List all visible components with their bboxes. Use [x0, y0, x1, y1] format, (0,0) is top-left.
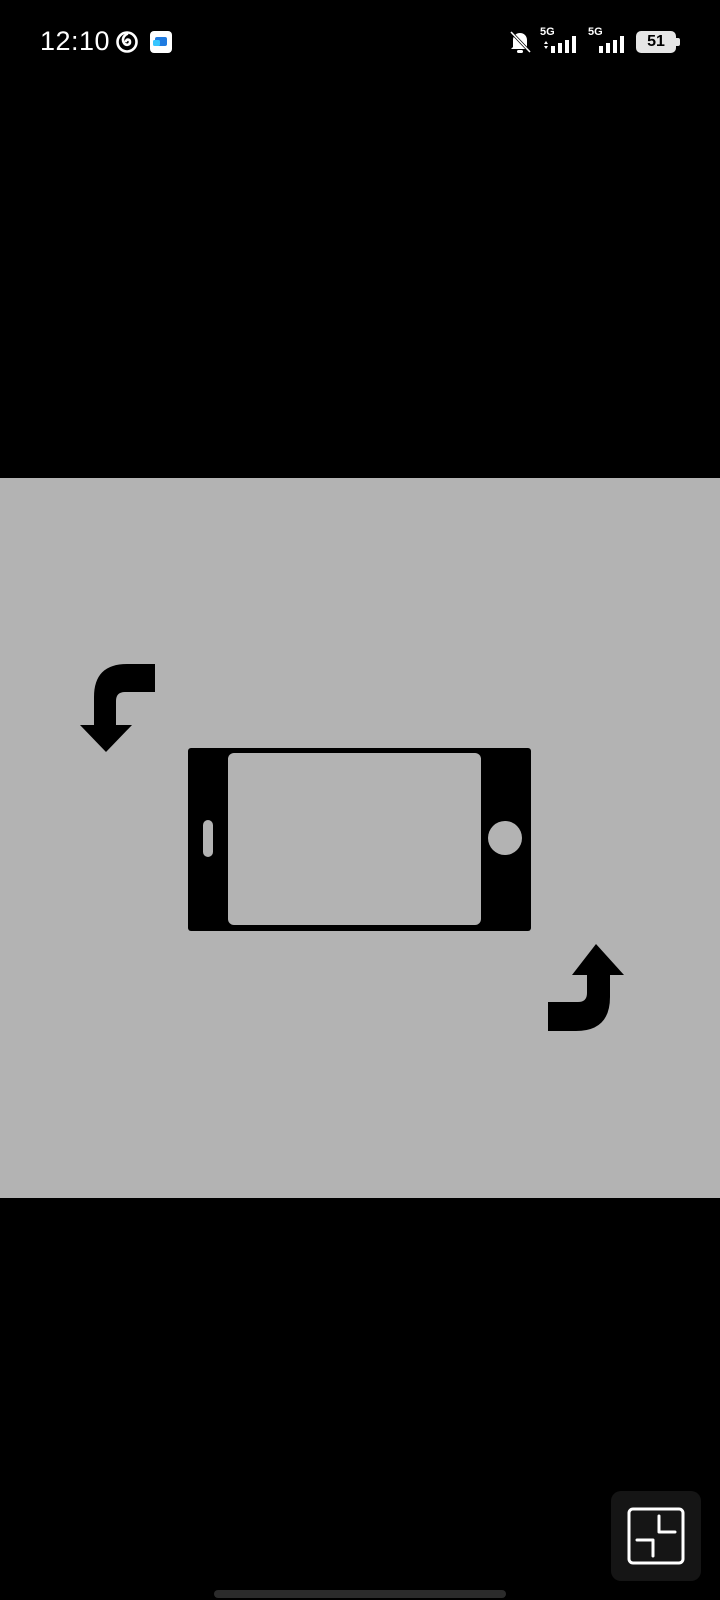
message-app-icon — [150, 31, 172, 53]
phone-landscape-icon — [188, 748, 531, 931]
signal-5g-icon: 5G — [540, 26, 580, 56]
home-indicator[interactable] — [214, 1590, 506, 1598]
rotate-arrow-bottom-right-icon — [548, 944, 624, 1031]
status-time: 12:10 — [40, 26, 111, 56]
screen: 12:10 5G 5G 51 — [0, 0, 720, 1600]
status-bar: 12:10 5G 5G 51 — [0, 0, 720, 86]
exit-fullscreen-icon — [627, 1507, 685, 1565]
rotate-arrow-top-left-icon — [80, 664, 155, 752]
exit-fullscreen-button[interactable] — [611, 1491, 701, 1581]
battery-icon: 51 — [636, 31, 680, 53]
swirl-app-icon — [116, 31, 138, 53]
rotate-illustration — [0, 478, 720, 1198]
status-left-icons — [115, 30, 173, 54]
bell-off-icon — [509, 30, 532, 54]
status-right-icons: 5G 5G 51 — [508, 26, 680, 56]
rotate-illustration-graphic — [80, 664, 624, 1031]
signal-5g-icon: 5G — [588, 26, 628, 56]
